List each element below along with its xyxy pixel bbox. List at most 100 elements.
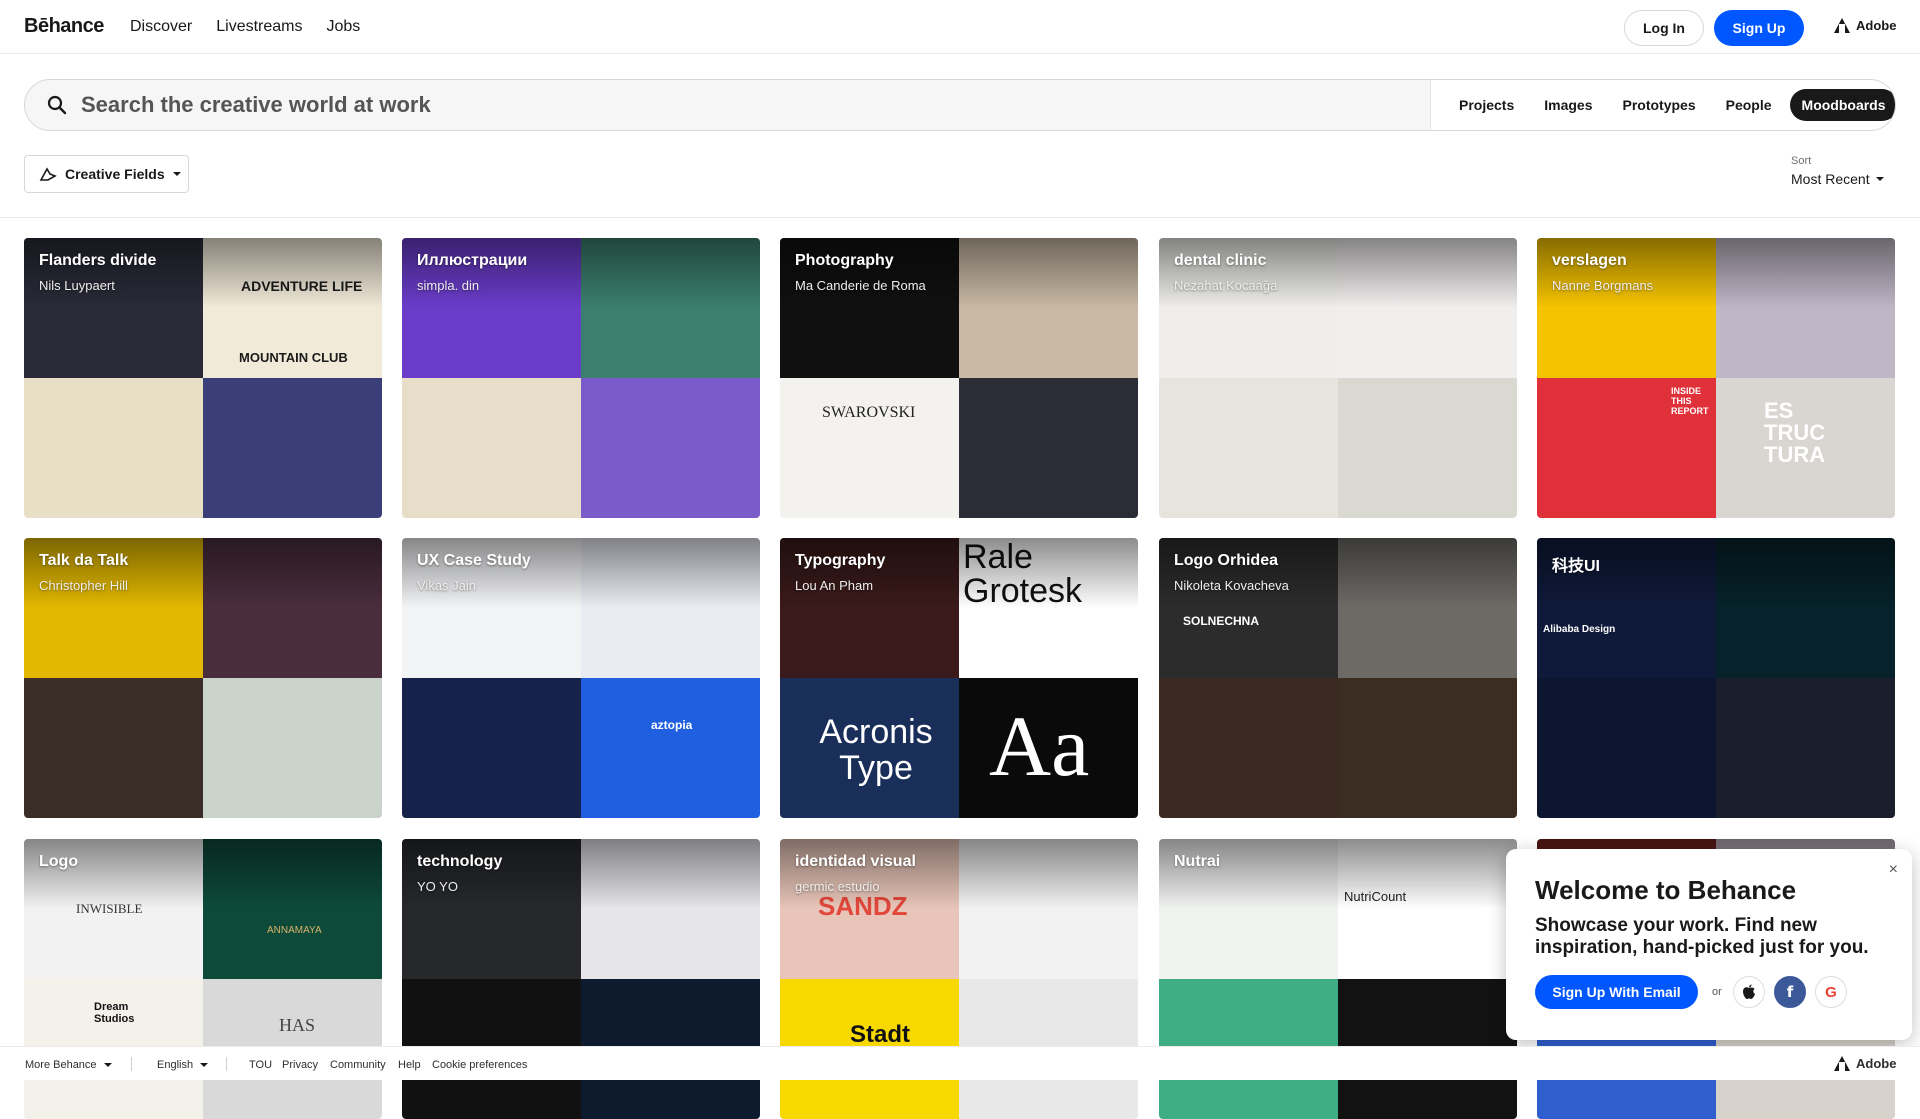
facebook-icon: f <box>1786 983 1794 1001</box>
tab-moodboards[interactable]: Moodboards <box>1789 89 1895 121</box>
chevron-down-icon <box>1875 177 1884 181</box>
search-input[interactable] <box>77 80 1427 130</box>
moodboard-card[interactable]: Alibaba Design 科技UI <box>1537 538 1895 818</box>
thumbnail-text: ES TRUC TURA <box>1764 398 1826 467</box>
tab-people[interactable]: People <box>1714 89 1784 121</box>
moodboard-title: verslagen <box>1552 252 1627 269</box>
search-type-tabs: Projects Images Prototypes People Moodbo… <box>1430 80 1895 130</box>
moodboard-card[interactable]: Rale GroteskAcronis TypeAaTypographyLou … <box>780 538 1138 818</box>
moodboard-owner: Nils Luypaert <box>39 278 115 293</box>
thumbnail-text: Alibaba Design <box>1543 624 1616 635</box>
moodboard-card[interactable]: Иллюстрации simpla. din <box>402 238 760 518</box>
thumbnail-text: SOLNECHNA <box>1183 614 1260 628</box>
search-icon <box>47 95 67 115</box>
footer-link-community[interactable]: Community <box>330 1059 386 1071</box>
moodboard-title: Photography <box>795 252 894 269</box>
moodboard-thumbnail <box>402 678 581 818</box>
footer-more-label: More Behance <box>25 1059 97 1071</box>
thumbnail-text: Acronis Type <box>819 713 933 787</box>
signup-email-button[interactable]: Sign Up With Email <box>1535 975 1698 1009</box>
moodboard-thumbnail <box>203 378 382 518</box>
moodboard-title: Logo Orhidea <box>1174 552 1278 569</box>
thumbnail-text: INSIDE THIS REPORT <box>1671 386 1709 416</box>
footer-link-privacy[interactable]: Privacy <box>282 1059 318 1071</box>
moodboard-owner: Nanne Borgmans <box>1552 278 1654 293</box>
nav-link-jobs[interactable]: Jobs <box>326 18 360 36</box>
footer-adobe-link[interactable]: Adobe <box>1834 1056 1896 1071</box>
thumbnail-text: HAS <box>279 1015 316 1035</box>
moodboard-title: UX Case Study <box>417 552 531 569</box>
thumbnail-text: Stadt <box>850 1021 910 1048</box>
moodboard-card[interactable]: ADVENTURE LIFEMOUNTAIN CLUBFlanders divi… <box>24 238 382 518</box>
footer-link-cookies[interactable]: Cookie preferences <box>432 1059 527 1071</box>
adobe-link[interactable]: Adobe <box>1834 18 1896 33</box>
moodboard-title: Talk da Talk <box>39 552 129 569</box>
chevron-down-icon <box>200 1063 209 1068</box>
top-navigation: Bēhance Discover Livestreams Jobs Log In… <box>0 0 1920 54</box>
creative-fields-label: Creative Fields <box>65 166 165 182</box>
moodboard-thumbnail <box>24 378 203 518</box>
thumbnail-text: MOUNTAIN CLUB <box>239 350 348 365</box>
footer-link-tou[interactable]: TOU <box>249 1059 272 1071</box>
moodboard-card[interactable]: SOLNECHNA Logo Orhidea Nikoleta Kovacheva <box>1159 538 1517 818</box>
close-icon[interactable]: × <box>1889 861 1898 879</box>
moodboard-thumbnail <box>1338 678 1517 818</box>
moodboard-card[interactable]: aztopia UX Case Study Vikas Jain <box>402 538 760 818</box>
or-label: or <box>1712 986 1722 998</box>
moodboard-title-overlay <box>1159 839 1517 909</box>
moodboard-card[interactable]: dental clinic Nezahat Kocaağa <box>1159 238 1517 518</box>
footer: More Behance English TOU Privacy Communi… <box>0 1046 1920 1080</box>
nav-link-livestreams[interactable]: Livestreams <box>216 18 302 36</box>
moodboard-thumbnail: Aa <box>959 678 1138 818</box>
moodboard-title: 科技UI <box>1552 558 1601 575</box>
footer-language[interactable]: English <box>157 1059 209 1071</box>
thumbnail-text: ANNAMAYA <box>267 925 322 936</box>
footer-link-help[interactable]: Help <box>398 1059 421 1071</box>
moodboard-title-overlay <box>1537 238 1895 308</box>
sort-value: Most Recent <box>1791 171 1870 187</box>
moodboard-owner: Christopher Hill <box>39 578 128 593</box>
search-bar: Projects Images Prototypes People Moodbo… <box>24 79 1896 131</box>
facebook-signin-button[interactable]: f <box>1774 976 1806 1008</box>
moodboard-thumbnail <box>1338 378 1517 518</box>
nav-link-discover[interactable]: Discover <box>130 18 192 36</box>
signup-button[interactable]: Sign Up <box>1714 10 1804 46</box>
behance-logo[interactable]: Bēhance <box>24 15 104 38</box>
google-icon: G <box>1825 983 1837 1001</box>
moodboard-thumbnail <box>1716 678 1895 818</box>
moodboard-title: technology <box>417 853 503 870</box>
moodboard-thumbnail: ES TRUC TURA <box>1716 378 1895 518</box>
tab-projects[interactable]: Projects <box>1447 89 1526 121</box>
login-button[interactable]: Log In <box>1624 10 1704 46</box>
apple-signin-button[interactable] <box>1733 976 1765 1008</box>
moodboard-title-overlay <box>24 538 382 608</box>
tab-images[interactable]: Images <box>1532 89 1604 121</box>
moodboard-thumbnail <box>959 378 1138 518</box>
adobe-logo-icon <box>1834 1056 1851 1071</box>
moodboard-title-overlay <box>24 238 382 308</box>
moodboard-title: Logo <box>39 853 79 870</box>
moodboard-card[interactable]: SWAROVSKI Photography Ma Canderie de Roma <box>780 238 1138 518</box>
moodboard-title: Иллюстрации <box>417 252 528 269</box>
sort-label: Sort <box>1791 155 1812 167</box>
tab-prototypes[interactable]: Prototypes <box>1611 89 1708 121</box>
sort-dropdown[interactable]: Sort Most Recent <box>1791 155 1884 187</box>
moodboard-card[interactable]: Talk da Talk Christopher Hill <box>24 538 382 818</box>
welcome-dialog: × Welcome to Behance Showcase your work.… <box>1506 849 1912 1040</box>
moodboard-thumbnail <box>1159 378 1338 518</box>
moodboard-title-overlay <box>402 839 760 909</box>
footer-adobe-label: Adobe <box>1856 1056 1897 1071</box>
moodboard-owner: germic estudio <box>795 879 880 894</box>
moodboard-title: identidad visual <box>795 853 916 870</box>
divider <box>0 217 1920 218</box>
moodboard-card[interactable]: INSIDE THIS REPORT ES TRUC TURA verslagen N… <box>1537 238 1895 518</box>
moodboard-thumbnail <box>1537 678 1716 818</box>
moodboard-title: Flanders divide <box>39 252 157 269</box>
footer-more-behance[interactable]: More Behance <box>25 1059 112 1071</box>
chevron-down-icon <box>103 1063 112 1068</box>
google-signin-button[interactable]: G <box>1815 976 1847 1008</box>
creative-fields-dropdown[interactable]: Creative Fields <box>24 155 189 193</box>
moodboard-title-overlay <box>402 238 760 308</box>
moodboard-owner: YO YO <box>417 879 458 894</box>
moodboard-owner: Nikoleta Kovacheva <box>1174 578 1289 593</box>
